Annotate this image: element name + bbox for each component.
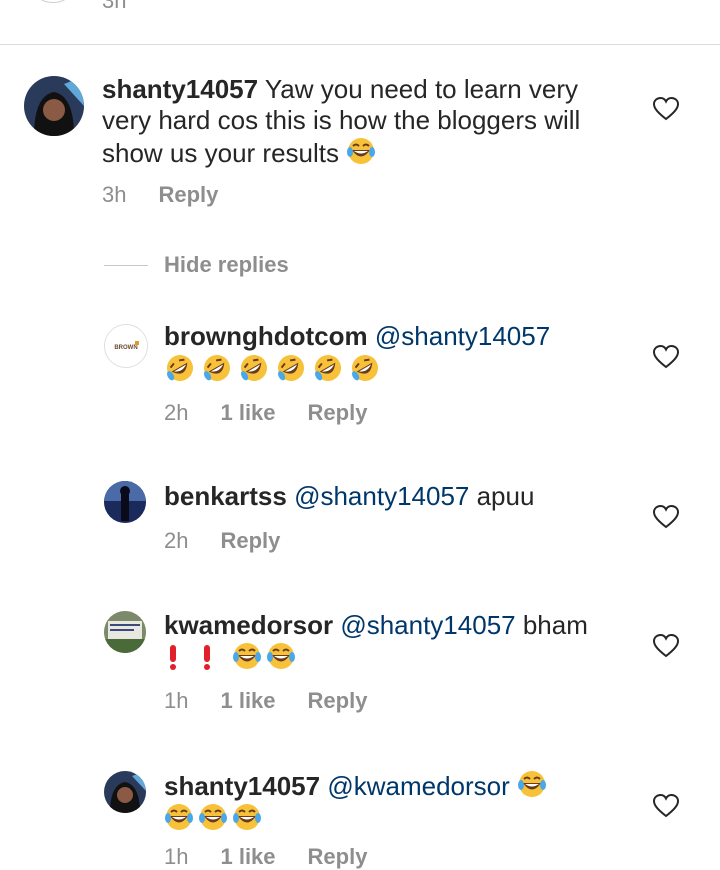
hide-replies-line: [104, 264, 148, 266]
likes-count[interactable]: 1 like: [220, 844, 275, 870]
reply-mention[interactable]: @kwamedorsor: [327, 771, 509, 801]
reply-username[interactable]: shanty14057: [164, 771, 320, 801]
rofl-emoji-icon: [238, 352, 270, 384]
reply-button[interactable]: Reply: [308, 688, 368, 714]
reply-time: 2h: [164, 528, 189, 553]
reply-button[interactable]: Reply: [220, 528, 280, 554]
avatar-shanty14057[interactable]: [104, 771, 146, 813]
hide-replies-toggle[interactable]: Hide replies: [104, 252, 289, 278]
reply-mention[interactable]: @shanty14057: [340, 610, 515, 640]
heart-icon[interactable]: [652, 633, 680, 658]
reply-meta: 2h Reply: [164, 528, 280, 554]
reply-button[interactable]: Reply: [308, 400, 368, 426]
reply-button[interactable]: Reply: [308, 844, 368, 870]
reply-body: kwamedorsor @shanty14057 bham: [164, 610, 644, 674]
reply-username[interactable]: brownghdotcom: [164, 321, 368, 351]
laugh-emoji-icon: [164, 802, 194, 832]
reply-mention[interactable]: @shanty14057: [294, 481, 469, 511]
comment-username[interactable]: shanty14057: [102, 74, 258, 104]
rofl-emoji-icon: [201, 352, 233, 384]
previous-comment-time: 3h: [102, 0, 127, 13]
rofl-emoji-icon: [164, 352, 196, 384]
reply-time: 1h: [164, 688, 189, 713]
avatar-kwamedorsor[interactable]: [104, 611, 146, 653]
heart-icon[interactable]: [652, 793, 680, 818]
rofl-emoji-icon: [275, 352, 307, 384]
comment-meta: 3h Reply: [102, 182, 218, 208]
reply-body: brownghdotcom @shanty14057: [164, 321, 644, 385]
reply-username[interactable]: kwamedorsor: [164, 610, 333, 640]
reply-meta: 1h 1 like Reply: [164, 844, 367, 870]
laugh-emoji-icon: [346, 136, 376, 166]
reply-body: shanty14057 @kwamedorsor: [164, 769, 644, 835]
rofl-emoji-icon: [349, 352, 381, 384]
exclamation-emoji-icon: [198, 643, 216, 671]
comment-body: shanty14057 Yaw you need to learn very v…: [102, 74, 632, 169]
divider: [0, 44, 720, 45]
heart-icon[interactable]: [652, 504, 680, 529]
reply-button[interactable]: Reply: [158, 182, 218, 208]
svg-text:BROWN: BROWN: [114, 345, 137, 351]
laugh-emoji-icon: [232, 641, 262, 671]
reply-mention[interactable]: @shanty14057: [375, 321, 550, 351]
likes-count[interactable]: 1 like: [220, 688, 275, 714]
laugh-emoji-icon: [266, 641, 296, 671]
laugh-emoji-icon: [232, 802, 262, 832]
avatar-browngh[interactable]: BROWN: [104, 324, 148, 368]
reply-time: 1h: [164, 844, 189, 869]
laugh-emoji-icon: [517, 769, 547, 799]
previous-comment-avatar[interactable]: [30, 0, 76, 3]
heart-icon[interactable]: [652, 344, 680, 369]
reply-time: 2h: [164, 400, 189, 425]
comment-time: 3h: [102, 182, 127, 207]
reply-text: apuu: [469, 481, 535, 511]
reply-body: benkartss @shanty14057 apuu: [164, 481, 644, 512]
avatar-shanty14057[interactable]: [24, 76, 84, 136]
reply-text: bham: [515, 610, 588, 640]
reply-meta: 1h 1 like Reply: [164, 688, 367, 714]
avatar-benkartss[interactable]: [104, 481, 146, 523]
reply-meta: 2h 1 like Reply: [164, 400, 367, 426]
reply-username[interactable]: benkartss: [164, 481, 287, 511]
likes-count[interactable]: 1 like: [220, 400, 275, 426]
hide-replies-label[interactable]: Hide replies: [164, 252, 289, 278]
heart-icon[interactable]: [652, 96, 680, 121]
rofl-emoji-icon: [312, 352, 344, 384]
exclamation-emoji-icon: [164, 643, 182, 671]
laugh-emoji-icon: [198, 802, 228, 832]
